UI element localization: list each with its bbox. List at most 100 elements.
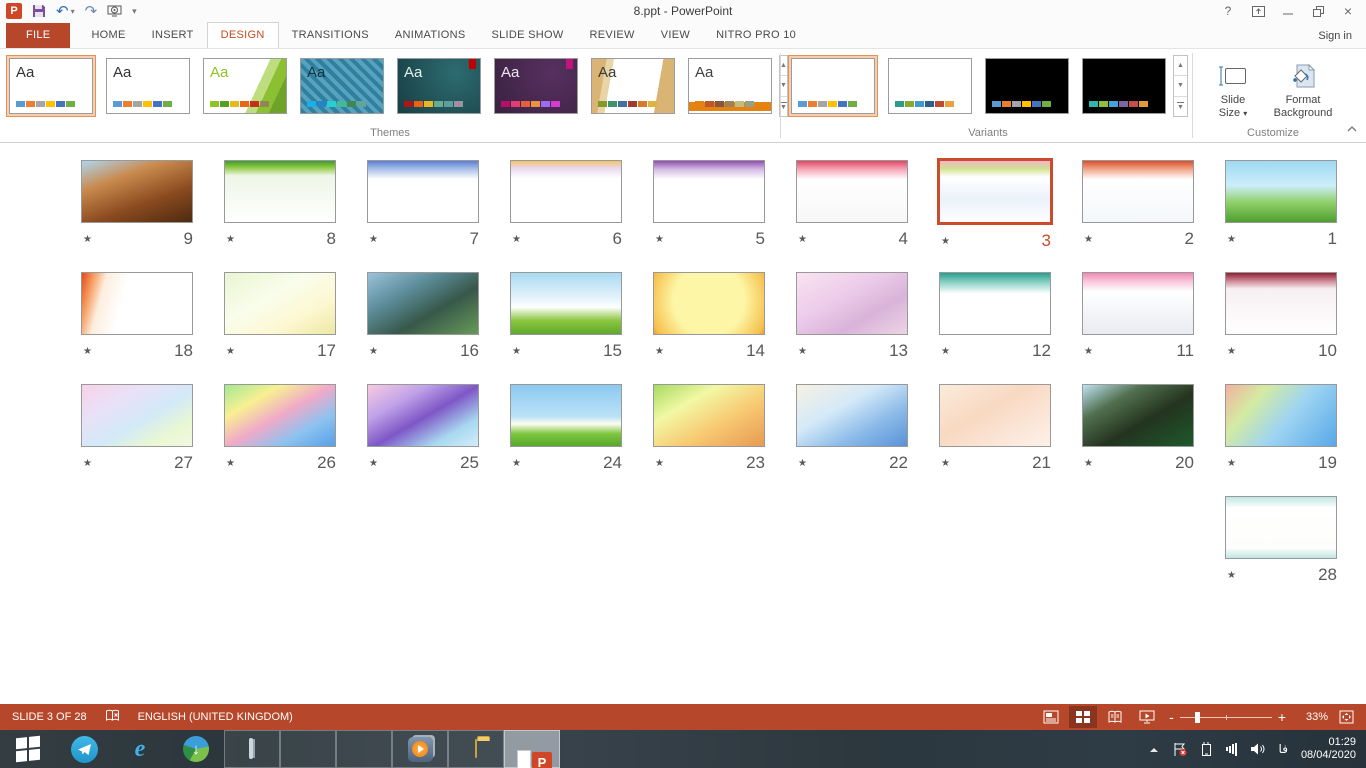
slide-thumbnail-16[interactable] — [367, 272, 479, 335]
reading-view-button[interactable] — [1101, 706, 1129, 728]
start-from-beginning-button[interactable] — [107, 2, 122, 20]
tab-nitro-pro-10[interactable]: NITRO PRO 10 — [703, 23, 809, 48]
normal-view-button[interactable] — [1037, 706, 1065, 728]
animation-star-icon[interactable]: ★ — [367, 346, 378, 357]
scroll-down-button[interactable]: ▼ — [1174, 76, 1187, 96]
tab-review[interactable]: REVIEW — [577, 23, 648, 48]
slide-thumbnail-9[interactable] — [81, 160, 193, 223]
ribbon-display-options-button[interactable] — [1244, 1, 1272, 21]
slide-indicator[interactable]: SLIDE 3 OF 28 — [12, 711, 87, 723]
close-button[interactable]: × — [1334, 1, 1362, 21]
theme-office[interactable]: Aa — [103, 55, 193, 117]
slide-thumbnail-26[interactable] — [224, 384, 336, 447]
theme-integral[interactable]: Aa — [297, 55, 387, 117]
collapse-ribbon-button[interactable] — [1346, 120, 1358, 138]
slide-thumbnail-12[interactable] — [939, 272, 1051, 335]
zoom-level[interactable]: 33% — [1294, 711, 1328, 723]
animation-star-icon[interactable]: ★ — [1082, 346, 1093, 357]
taskbar-internet-explorer[interactable]: e — [112, 730, 168, 768]
slide-thumbnail-1[interactable] — [1225, 160, 1337, 223]
fit-slide-to-window-button[interactable] — [1332, 706, 1360, 728]
tab-home[interactable]: HOME — [78, 23, 138, 48]
animation-star-icon[interactable]: ★ — [939, 236, 950, 247]
animation-star-icon[interactable]: ★ — [510, 458, 521, 469]
taskbar-chrome[interactable] — [280, 730, 336, 768]
customize-quick-access-button[interactable]: ▾ — [132, 2, 137, 20]
theme-retrospect[interactable]: Aa — [685, 55, 775, 117]
taskbar-powerpoint[interactable]: P — [504, 730, 560, 768]
input-language-indicator[interactable]: فا — [1279, 742, 1288, 756]
slide-size-button[interactable]: Slide Size ▾ — [1198, 53, 1268, 120]
more-themes-button[interactable]: ▼ — [780, 97, 787, 116]
animation-star-icon[interactable]: ★ — [1225, 570, 1236, 581]
taskbar-telegram[interactable] — [56, 730, 112, 768]
redo-button[interactable]: ↷ — [85, 2, 98, 20]
slide-thumbnail-23[interactable] — [653, 384, 765, 447]
action-center-flag-icon[interactable] — [1172, 742, 1188, 757]
show-hidden-icons-button[interactable] — [1149, 746, 1159, 753]
restore-button[interactable] — [1304, 1, 1332, 21]
slide-sorter-view-button[interactable] — [1069, 706, 1097, 728]
slide-thumbnail-4[interactable] — [796, 160, 908, 223]
scroll-up-button[interactable]: ▲ — [1174, 56, 1187, 76]
animation-star-icon[interactable]: ★ — [653, 234, 664, 245]
zoom-in-button[interactable]: + — [1278, 710, 1286, 724]
tab-design[interactable]: DESIGN — [207, 22, 279, 49]
animation-star-icon[interactable]: ★ — [796, 234, 807, 245]
animation-star-icon[interactable]: ★ — [796, 346, 807, 357]
tab-slide-show[interactable]: SLIDE SHOW — [478, 23, 576, 48]
theme-ion-boardroom[interactable]: Aa — [491, 55, 581, 117]
taskbar-clock[interactable]: 01:29 08/04/2020 — [1301, 736, 1356, 762]
animation-star-icon[interactable]: ★ — [510, 234, 521, 245]
slide-thumbnail-17[interactable] — [224, 272, 336, 335]
slide-thumbnail-10[interactable] — [1225, 272, 1337, 335]
animation-star-icon[interactable]: ★ — [224, 234, 235, 245]
tab-insert[interactable]: INSERT — [139, 23, 207, 48]
help-button[interactable]: ? — [1214, 1, 1242, 21]
tab-file[interactable]: FILE — [6, 23, 70, 48]
power-battery-icon[interactable] — [1201, 741, 1213, 757]
tab-transitions[interactable]: TRANSITIONS — [279, 23, 382, 48]
tab-animations[interactable]: ANIMATIONS — [382, 23, 479, 48]
variant-variant-1[interactable] — [788, 55, 878, 117]
animation-star-icon[interactable]: ★ — [367, 234, 378, 245]
language-indicator[interactable]: ENGLISH (UNITED KINGDOM) — [138, 711, 293, 723]
slide-thumbnail-7[interactable] — [367, 160, 479, 223]
slide-thumbnail-20[interactable] — [1082, 384, 1194, 447]
slide-thumbnail-27[interactable] — [81, 384, 193, 447]
theme-organic[interactable]: Aa — [588, 55, 678, 117]
slide-thumbnail-15[interactable] — [510, 272, 622, 335]
animation-star-icon[interactable]: ★ — [367, 458, 378, 469]
scroll-down-button[interactable]: ▼ — [780, 76, 787, 96]
minimize-button[interactable] — [1274, 1, 1302, 21]
slide-thumbnail-8[interactable] — [224, 160, 336, 223]
taskbar-firefox[interactable] — [336, 730, 392, 768]
network-signal-icon[interactable] — [1226, 743, 1237, 756]
sign-in-link[interactable]: Sign in — [1318, 30, 1352, 42]
slide-thumbnail-22[interactable] — [796, 384, 908, 447]
variant-variant-2[interactable] — [885, 55, 975, 117]
taskbar-file-explorer[interactable] — [448, 730, 504, 768]
theme-facet[interactable]: Aa — [200, 55, 290, 117]
slide-thumbnail-19[interactable] — [1225, 384, 1337, 447]
slide-thumbnail-14[interactable] — [653, 272, 765, 335]
slide-thumbnail-28[interactable] — [1225, 496, 1337, 559]
slide-thumbnail-18[interactable] — [81, 272, 193, 335]
slide-thumbnail-3[interactable] — [937, 158, 1053, 225]
scroll-up-button[interactable]: ▲ — [780, 56, 787, 76]
animation-star-icon[interactable]: ★ — [81, 234, 92, 245]
tab-view[interactable]: VIEW — [648, 23, 703, 48]
variant-variant-3[interactable] — [982, 55, 1072, 117]
taskbar-media-player[interactable] — [392, 730, 448, 768]
slide-thumbnail-11[interactable] — [1082, 272, 1194, 335]
animation-star-icon[interactable]: ★ — [1082, 234, 1093, 245]
animation-star-icon[interactable]: ★ — [653, 346, 664, 357]
slide-thumbnail-13[interactable] — [796, 272, 908, 335]
animation-star-icon[interactable]: ★ — [81, 458, 92, 469]
format-background-button[interactable]: Format Background — [1268, 53, 1338, 120]
taskbar-idm[interactable]: ↓ — [168, 730, 224, 768]
taskbar-remote-keyboard[interactable] — [224, 730, 280, 768]
theme-ion[interactable]: Aa — [394, 55, 484, 117]
zoom-out-button[interactable]: - — [1169, 710, 1174, 724]
animation-star-icon[interactable]: ★ — [1225, 346, 1236, 357]
